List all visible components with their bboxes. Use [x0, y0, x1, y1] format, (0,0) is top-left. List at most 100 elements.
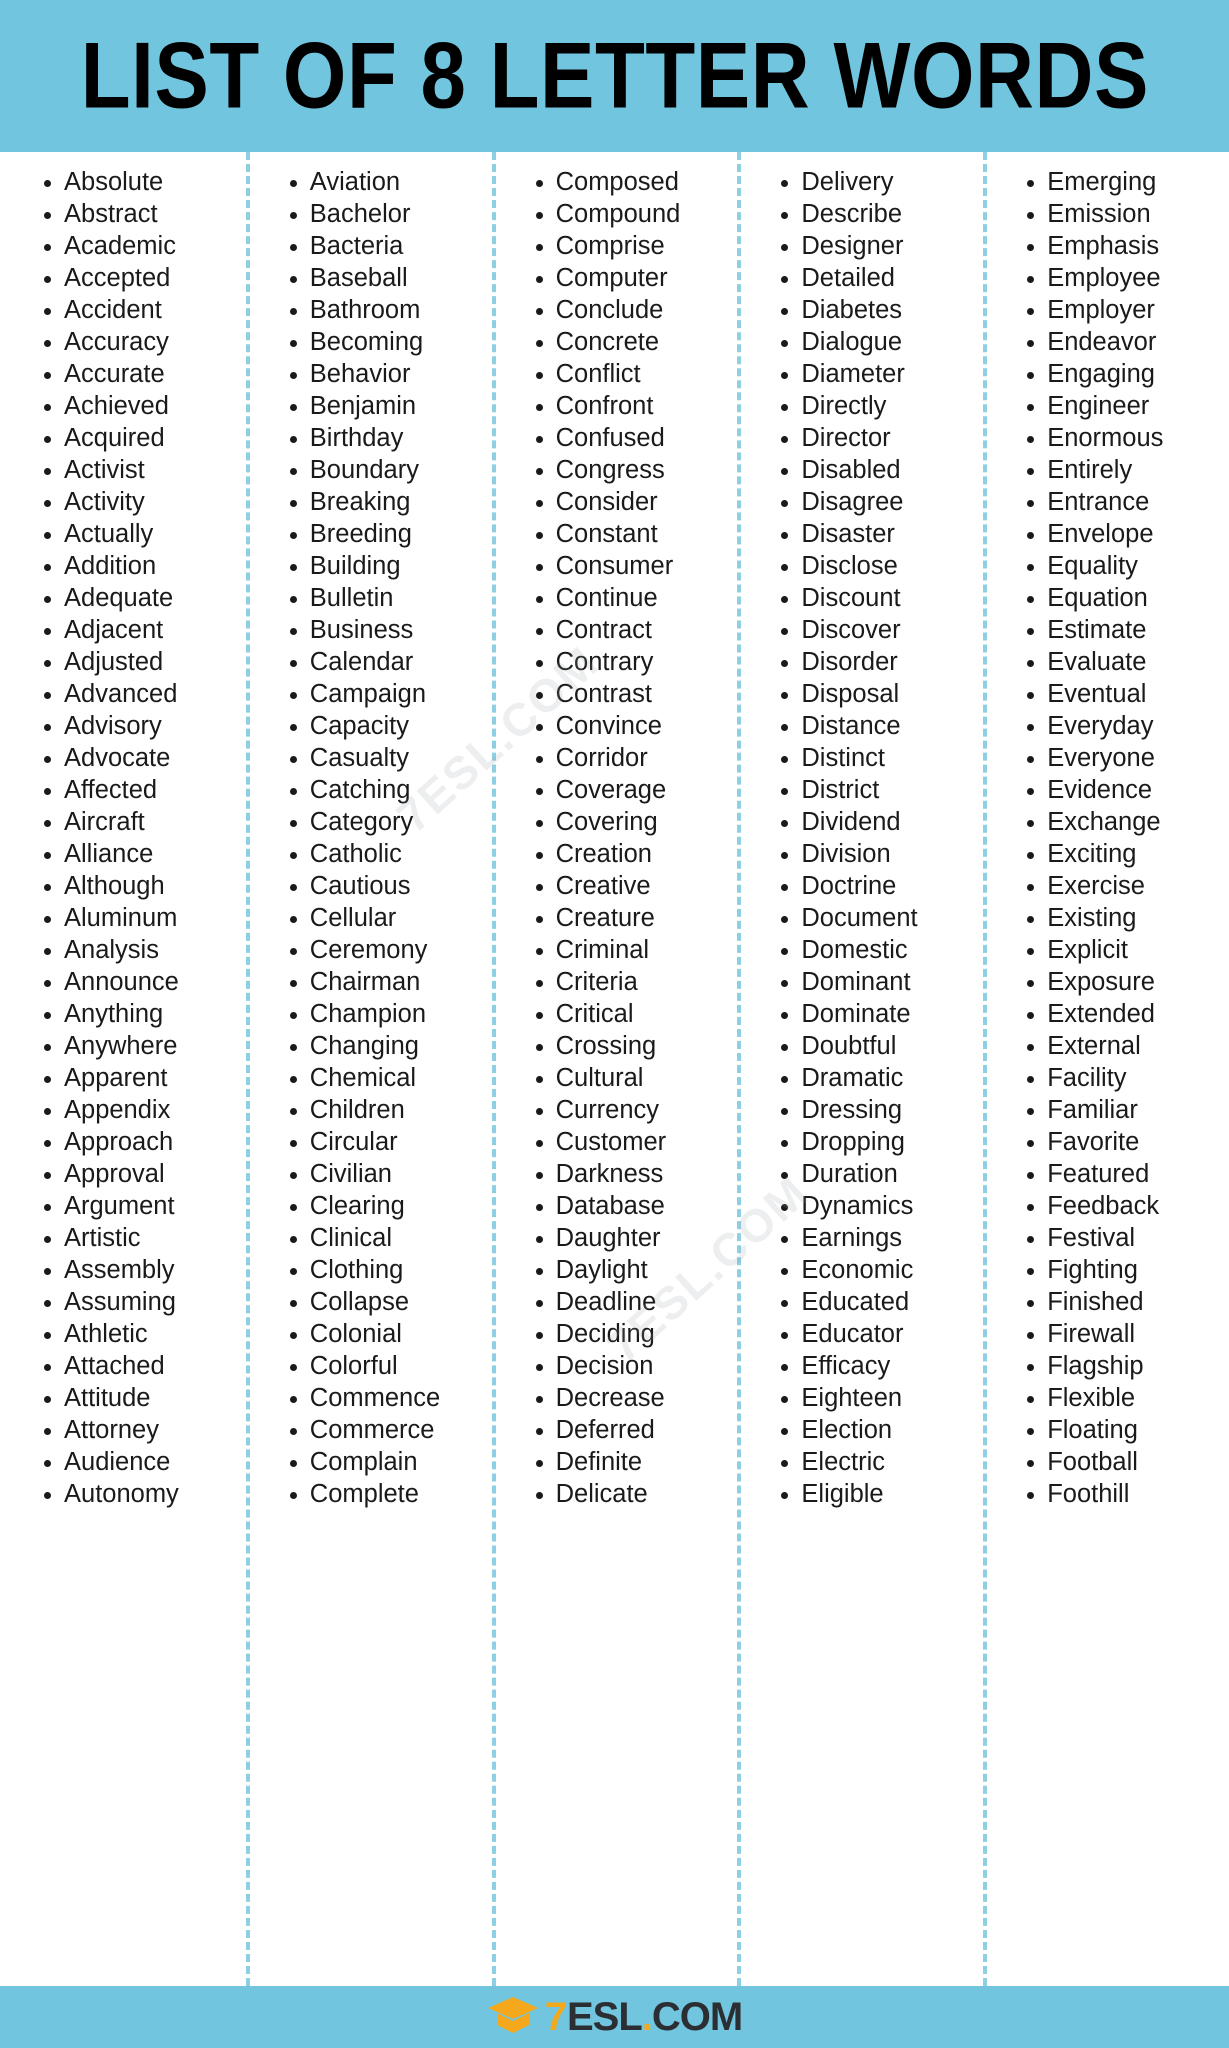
- word-item: Explicit: [1021, 934, 1229, 966]
- word-item: Creature: [530, 902, 738, 934]
- word-item: Building: [284, 550, 492, 582]
- word-item: Educated: [775, 1286, 983, 1318]
- graduation-cap-icon: [487, 1995, 539, 2040]
- word-item: Evidence: [1021, 774, 1229, 806]
- footer-banner: 7 ESL. COM: [0, 1986, 1229, 2048]
- word-item: Economic: [775, 1254, 983, 1286]
- word-item: Anything: [38, 998, 246, 1030]
- word-item: Document: [775, 902, 983, 934]
- word-item: Disaster: [775, 518, 983, 550]
- word-item: Creation: [530, 838, 738, 870]
- word-item: Campaign: [284, 678, 492, 710]
- word-item: Enormous: [1021, 422, 1229, 454]
- header-banner: LIST OF 8 LETTER WORDS: [0, 0, 1229, 152]
- word-item: Eligible: [775, 1478, 983, 1510]
- word-item: Breeding: [284, 518, 492, 550]
- word-item: Adjacent: [38, 614, 246, 646]
- word-item: Although: [38, 870, 246, 902]
- word-item: Dialogue: [775, 326, 983, 358]
- word-item: Corridor: [530, 742, 738, 774]
- word-item: Boundary: [284, 454, 492, 486]
- word-item: Aviation: [284, 166, 492, 198]
- word-item: Employee: [1021, 262, 1229, 294]
- word-item: Doctrine: [775, 870, 983, 902]
- word-item: Extended: [1021, 998, 1229, 1030]
- word-item: Endeavor: [1021, 326, 1229, 358]
- word-item: Affected: [38, 774, 246, 806]
- word-item: Complete: [284, 1478, 492, 1510]
- word-item: Alliance: [38, 838, 246, 870]
- word-item: Business: [284, 614, 492, 646]
- word-item: Electric: [775, 1446, 983, 1478]
- word-item: Engineer: [1021, 390, 1229, 422]
- word-item: Conclude: [530, 294, 738, 326]
- logo-tld: COM: [651, 1995, 743, 2039]
- word-item: Convince: [530, 710, 738, 742]
- word-item: Baseball: [284, 262, 492, 294]
- word-item: Ceremony: [284, 934, 492, 966]
- word-item: Cautious: [284, 870, 492, 902]
- word-item: Assuming: [38, 1286, 246, 1318]
- site-logo[interactable]: 7 ESL. COM: [487, 1995, 743, 2040]
- word-item: Doubtful: [775, 1030, 983, 1062]
- word-item: Actually: [38, 518, 246, 550]
- word-item: Capacity: [284, 710, 492, 742]
- word-item: Civilian: [284, 1158, 492, 1190]
- word-item: Conflict: [530, 358, 738, 390]
- word-item: Delivery: [775, 166, 983, 198]
- word-item: Announce: [38, 966, 246, 998]
- word-item: Attitude: [38, 1382, 246, 1414]
- word-item: Attached: [38, 1350, 246, 1382]
- word-item: Creative: [530, 870, 738, 902]
- logo-esl: ESL: [567, 1995, 643, 2039]
- word-item: Benjamin: [284, 390, 492, 422]
- word-item: Disposal: [775, 678, 983, 710]
- word-item: Entirely: [1021, 454, 1229, 486]
- word-item: Bathroom: [284, 294, 492, 326]
- word-item: Consider: [530, 486, 738, 518]
- word-item: Emphasis: [1021, 230, 1229, 262]
- word-list-3: Composed Compound Comprise Computer Conclude…: [492, 166, 738, 1510]
- word-item: Clinical: [284, 1222, 492, 1254]
- word-item: Covering: [530, 806, 738, 838]
- word-item: Exchange: [1021, 806, 1229, 838]
- word-item: Circular: [284, 1126, 492, 1158]
- word-item: Discover: [775, 614, 983, 646]
- word-item: Catching: [284, 774, 492, 806]
- word-item: Category: [284, 806, 492, 838]
- word-item: Featured: [1021, 1158, 1229, 1190]
- word-column-5: Emerging Emission Emphasis Employee Employer…: [983, 152, 1229, 1986]
- word-item: Aluminum: [38, 902, 246, 934]
- word-item: Approval: [38, 1158, 246, 1190]
- word-item: Activity: [38, 486, 246, 518]
- word-item: Dressing: [775, 1094, 983, 1126]
- word-item: Darkness: [530, 1158, 738, 1190]
- word-item: Everyday: [1021, 710, 1229, 742]
- word-item: Calendar: [284, 646, 492, 678]
- word-item: Exposure: [1021, 966, 1229, 998]
- word-item: Criminal: [530, 934, 738, 966]
- word-item: Decision: [530, 1350, 738, 1382]
- word-item: Envelope: [1021, 518, 1229, 550]
- word-item: Aircraft: [38, 806, 246, 838]
- word-item: Anywhere: [38, 1030, 246, 1062]
- word-item: Deferred: [530, 1414, 738, 1446]
- word-item: Contrary: [530, 646, 738, 678]
- word-item: Customer: [530, 1126, 738, 1158]
- word-item: Emission: [1021, 198, 1229, 230]
- word-item: Bacteria: [284, 230, 492, 262]
- word-list-1: Absolute Abstract Academic Accepted Accident…: [0, 166, 246, 1510]
- word-item: Accepted: [38, 262, 246, 294]
- word-item: Currency: [530, 1094, 738, 1126]
- word-item: Dominant: [775, 966, 983, 998]
- word-item: Director: [775, 422, 983, 454]
- word-item: Deciding: [530, 1318, 738, 1350]
- word-item: Clothing: [284, 1254, 492, 1286]
- word-item: Assembly: [38, 1254, 246, 1286]
- word-item: Argument: [38, 1190, 246, 1222]
- word-item: Engaging: [1021, 358, 1229, 390]
- word-item: Athletic: [38, 1318, 246, 1350]
- word-item: Casualty: [284, 742, 492, 774]
- word-item: Designer: [775, 230, 983, 262]
- word-item: Clearing: [284, 1190, 492, 1222]
